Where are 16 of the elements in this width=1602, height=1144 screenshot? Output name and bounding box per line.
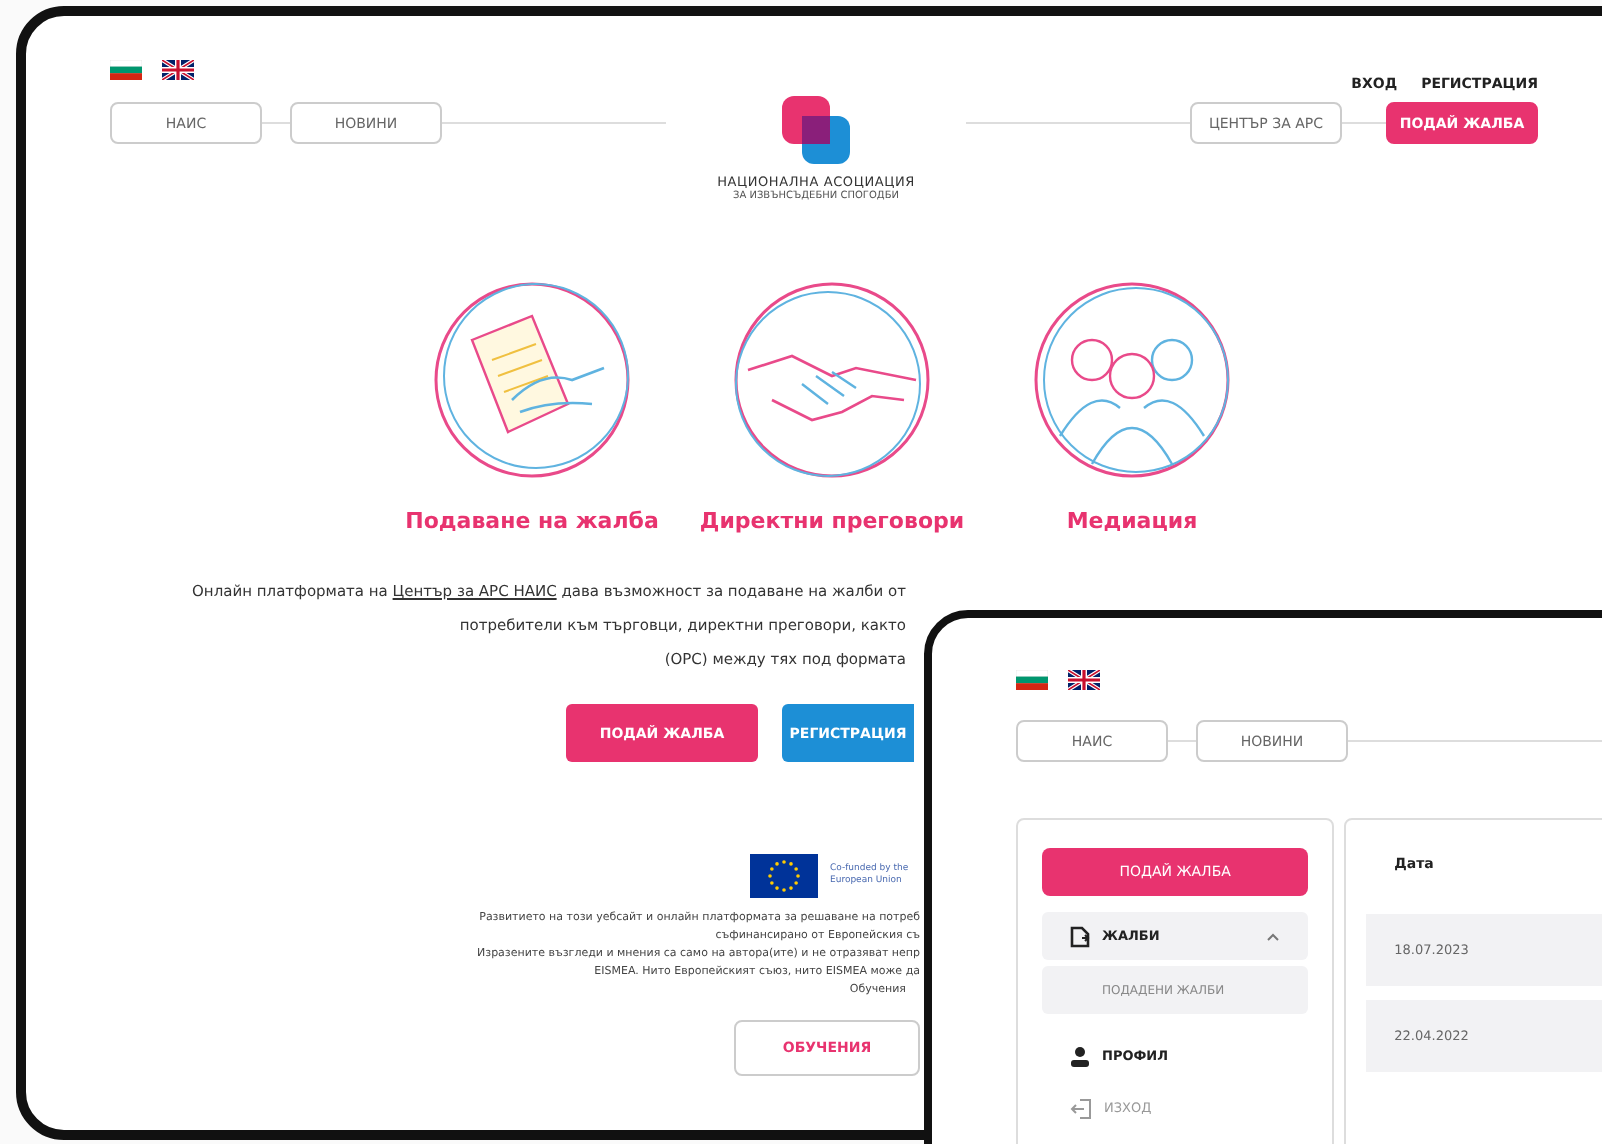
eu-flag-icon xyxy=(750,854,818,898)
handshake-icon xyxy=(732,280,932,480)
bulgarian-flag-icon[interactable] xyxy=(1016,670,1048,690)
logo-icon[interactable] xyxy=(778,96,854,168)
logout-icon xyxy=(1070,1097,1092,1119)
service-title[interactable]: Подаване на жалба xyxy=(405,508,659,534)
bulgarian-flag-icon[interactable] xyxy=(110,60,142,80)
file-icon xyxy=(1070,925,1090,947)
people-group-icon xyxy=(1032,280,1232,480)
chevron-up-icon[interactable] xyxy=(1266,931,1281,941)
british-flag-icon[interactable] xyxy=(1068,670,1100,690)
service-title[interactable]: Директни преговори xyxy=(699,508,965,534)
user-icon xyxy=(1070,1045,1090,1067)
service-title[interactable]: Медиация xyxy=(1066,508,1198,534)
british-flag-icon[interactable] xyxy=(162,60,194,80)
document-handshake-icon xyxy=(432,280,632,480)
